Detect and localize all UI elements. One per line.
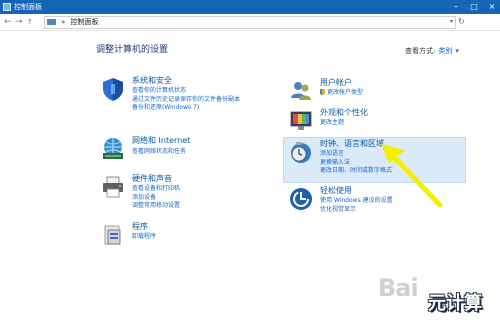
back-arrow-icon[interactable]: ← bbox=[4, 16, 12, 28]
change-account-type-link[interactable]: 更改帐户类型 bbox=[327, 89, 363, 96]
printer-icon bbox=[103, 176, 123, 198]
category-link[interactable]: 更换输入法 bbox=[320, 159, 392, 168]
category-link[interactable]: 添加设备 bbox=[132, 194, 180, 203]
uac-shield-icon bbox=[320, 89, 325, 95]
category-link[interactable]: 备份和还原(Windows 7) bbox=[132, 104, 240, 113]
user-accounts-icon bbox=[291, 82, 311, 100]
view-by-value[interactable]: 类别 bbox=[438, 47, 452, 55]
ease-of-access-icon bbox=[290, 188, 312, 210]
window-title: 控制面板 bbox=[14, 3, 42, 11]
address-bar: ← → ↑ » 控制面板 ▾ ↻ bbox=[0, 14, 500, 31]
category-title[interactable]: 时钟、语言和区域 bbox=[320, 139, 384, 149]
category-link[interactable]: 更改帐户类型 bbox=[320, 89, 363, 98]
address-field[interactable]: » 控制面板 ▾ bbox=[44, 16, 456, 29]
control-panel-small-icon bbox=[47, 19, 56, 25]
category-link[interactable]: 调整常用移动设置 bbox=[132, 202, 180, 211]
category-title[interactable]: 用户帐户 bbox=[320, 78, 352, 88]
category-link[interactable]: 优化视觉显示 bbox=[320, 206, 393, 215]
breadcrumb-root[interactable]: » bbox=[61, 18, 65, 26]
up-arrow-icon[interactable]: ↑ bbox=[27, 16, 33, 28]
category-title[interactable]: 外观和个性化 bbox=[320, 108, 368, 118]
category-link[interactable]: 查看网络状态和任务 bbox=[132, 147, 186, 157]
network-status-link[interactable]: 查看网络状态和任务 bbox=[132, 148, 186, 157]
category-link[interactable]: 通过文件历史记录保存你的文件备份副本 bbox=[132, 96, 240, 105]
baidu-watermark: Bai bbox=[378, 274, 419, 302]
category-title[interactable]: 网络和 Internet bbox=[132, 136, 190, 146]
view-by-label: 查看方式: bbox=[405, 47, 436, 55]
category-link[interactable]: 使用 Windows 建议的设置 bbox=[320, 197, 393, 206]
network-icon bbox=[103, 138, 123, 159]
category-title[interactable]: 程序 bbox=[132, 222, 148, 232]
close-button[interactable]: × bbox=[484, 0, 500, 14]
category-link[interactable]: 更改日期、时间或数字格式 bbox=[320, 167, 392, 176]
breadcrumb-control-panel[interactable]: 控制面板 bbox=[71, 18, 99, 26]
refresh-icon[interactable]: ↻ bbox=[458, 16, 465, 28]
page-heading: 调整计算机的设置 bbox=[96, 45, 169, 55]
category-title[interactable]: 系统和安全 bbox=[132, 76, 172, 86]
category-link[interactable]: 更改主题 bbox=[320, 119, 344, 128]
view-by-selector[interactable]: 查看方式: 类别 ▾ bbox=[405, 45, 459, 57]
category-title[interactable]: 硬件和声音 bbox=[132, 174, 172, 184]
category-link[interactable]: 添加语言 bbox=[320, 150, 392, 159]
category-link[interactable]: 查看设备和打印机 bbox=[132, 185, 180, 194]
maximize-button[interactable]: □ bbox=[466, 0, 482, 14]
category-title[interactable]: 轻松使用 bbox=[320, 186, 352, 196]
brand-watermark: 元计算 bbox=[428, 293, 482, 314]
category-link[interactable]: 查看你的计算机状态 bbox=[132, 87, 240, 96]
window-titlebar: 控制面板 – □ × bbox=[0, 0, 500, 14]
forward-arrow-icon[interactable]: → bbox=[15, 16, 23, 28]
category-link[interactable]: 卸载程序 bbox=[132, 233, 156, 242]
programs-icon bbox=[104, 225, 121, 245]
clock-globe-icon bbox=[291, 142, 311, 163]
appearance-icon bbox=[290, 111, 312, 130]
shield-icon bbox=[103, 78, 123, 101]
chevron-down-icon[interactable]: ▾ bbox=[450, 16, 453, 28]
minimize-button[interactable]: – bbox=[448, 0, 464, 14]
chevron-down-icon[interactable]: ▾ bbox=[455, 47, 459, 55]
control-panel-icon bbox=[3, 3, 11, 11]
